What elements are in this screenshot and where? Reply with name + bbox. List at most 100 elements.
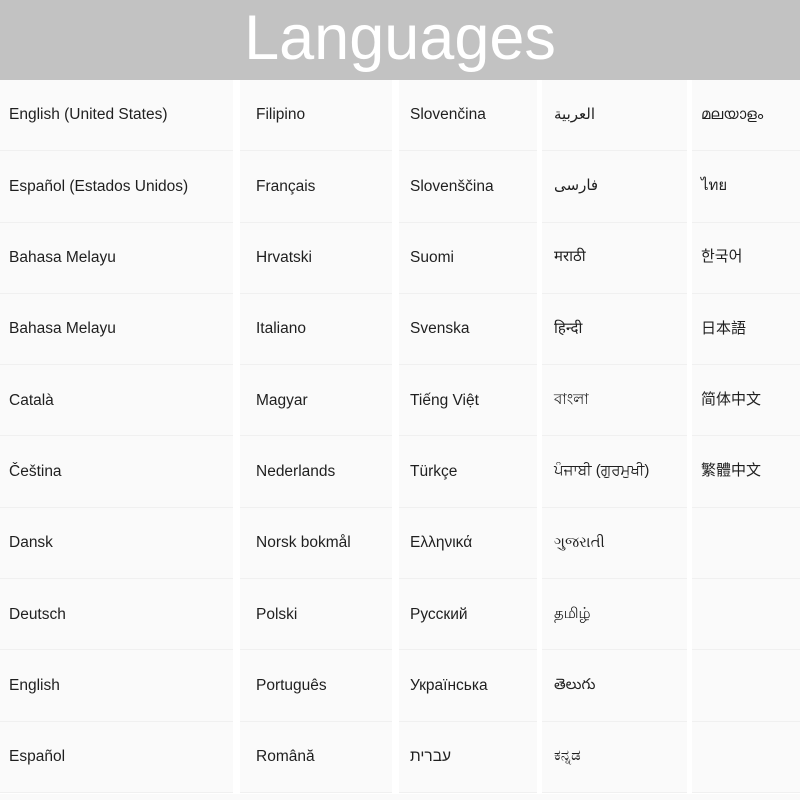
language-label: Norsk bokmål (256, 534, 351, 552)
language-label: 日本語 (701, 319, 747, 337)
language-cell[interactable]: Tiếng Việt (399, 365, 537, 437)
language-cell[interactable]: தமிழ் (542, 579, 687, 651)
language-label: فارسی (554, 177, 599, 195)
language-cell[interactable]: Deutsch (0, 579, 233, 651)
language-cell[interactable]: Ελληνικά (399, 507, 537, 580)
language-label: Hrvatski (256, 249, 312, 267)
language-label: English (9, 676, 60, 694)
language-label: Italiano (256, 320, 306, 338)
language-cell[interactable]: Slovenščina (399, 151, 537, 223)
language-cell[interactable]: Bahasa Melayu (0, 222, 233, 294)
language-cell[interactable]: العربية (542, 80, 687, 152)
column-separator (233, 579, 240, 651)
language-cell[interactable]: Slovenčina (399, 80, 537, 152)
column-separator (233, 151, 240, 223)
language-label: English (United States) (9, 106, 168, 124)
language-label: Nederlands (256, 462, 336, 480)
page-header: Languages (0, 0, 800, 80)
language-label: Slovenščina (410, 177, 494, 195)
language-cell[interactable]: Filipino (240, 80, 392, 152)
language-cell[interactable]: עברית (399, 721, 537, 793)
column-separator (392, 579, 399, 651)
language-label: Français (256, 177, 316, 195)
language-cell[interactable]: 简体中文 (692, 365, 800, 437)
language-cell[interactable]: Türkçe (399, 436, 537, 508)
column-separator (392, 80, 399, 152)
language-label: Türkçe (410, 462, 458, 480)
language-label: Svenska (410, 320, 470, 338)
language-cell[interactable]: Norsk bokmål (240, 507, 392, 580)
language-cell[interactable]: Nederlands (240, 436, 392, 508)
language-cell[interactable]: 日本語 (692, 293, 800, 366)
language-cell[interactable]: বাংলা (542, 365, 687, 437)
language-label: Magyar (256, 391, 308, 409)
language-label: Español (Estados Unidos) (9, 177, 189, 195)
language-cell[interactable]: Polski (240, 579, 392, 651)
column-separator (233, 365, 240, 437)
language-cell[interactable]: English (0, 650, 233, 722)
column-separator (392, 507, 399, 580)
column-separator (233, 507, 240, 580)
language-grid: English (United States) Filipino Slovenčin… (0, 80, 800, 794)
language-cell[interactable]: ไทย (692, 151, 800, 223)
language-label: বাংলা (554, 390, 589, 408)
language-label: മലയാളം (701, 105, 764, 123)
language-label: Čeština (9, 462, 62, 480)
column-separator (233, 293, 240, 366)
language-label: Română (256, 748, 315, 766)
language-cell[interactable]: Русский (399, 579, 537, 651)
language-label: Ελληνικά (410, 534, 473, 552)
language-cell[interactable]: ગુજરાતી (542, 507, 687, 580)
language-label: Deutsch (9, 605, 66, 623)
language-cell[interactable]: Català (0, 365, 233, 437)
languages-page: Languages English (United States) Filipin… (0, 0, 800, 800)
column-separator (392, 436, 399, 508)
language-cell-empty (692, 650, 800, 722)
language-cell[interactable]: English (United States) (0, 80, 233, 152)
language-cell[interactable]: Bahasa Melayu (0, 293, 233, 366)
language-cell[interactable]: తెలుగు (542, 650, 687, 722)
language-cell[interactable]: Hrvatski (240, 222, 392, 294)
language-cell[interactable]: हिन्दी (542, 293, 687, 366)
language-cell[interactable]: 繁體中文 (692, 436, 800, 508)
column-separator (233, 222, 240, 294)
language-label: Suomi (410, 249, 454, 267)
language-cell[interactable]: Magyar (240, 365, 392, 437)
language-cell[interactable]: فارسی (542, 151, 687, 223)
language-label: ગુજરાતી (554, 533, 605, 551)
language-label: Dansk (9, 534, 53, 552)
language-label: ಕನ್ನಡ (554, 747, 581, 765)
language-cell[interactable]: Dansk (0, 507, 233, 580)
language-cell[interactable]: ਪੰਜਾਬੀ (ਗੁਰਮੁਖੀ) (542, 436, 687, 508)
language-cell[interactable]: Español (0, 721, 233, 793)
column-separator (392, 721, 399, 793)
language-label: עברית (410, 748, 451, 766)
language-label: हिन्दी (554, 319, 583, 337)
language-cell[interactable]: ಕನ್ನಡ (542, 721, 687, 793)
language-label: Català (9, 391, 54, 409)
language-label: Polski (256, 605, 298, 623)
language-label: 繁體中文 (701, 462, 762, 480)
language-cell[interactable]: Português (240, 650, 392, 722)
language-cell[interactable]: Español (Estados Unidos) (0, 151, 233, 223)
language-cell[interactable]: Čeština (0, 436, 233, 508)
language-cell[interactable]: Français (240, 151, 392, 223)
language-cell[interactable]: മലയാളം (692, 80, 800, 152)
column-separator (233, 436, 240, 508)
language-label: Español (9, 748, 66, 766)
language-cell[interactable]: Suomi (399, 222, 537, 294)
column-separator (392, 293, 399, 366)
language-cell[interactable]: Italiano (240, 293, 392, 366)
language-cell-empty (692, 507, 800, 580)
language-cell[interactable]: 한국어 (692, 222, 800, 294)
language-cell[interactable]: Svenska (399, 293, 537, 366)
language-label: తెలుగు (554, 676, 596, 694)
language-label: 简体中文 (701, 390, 762, 408)
language-cell[interactable]: Українська (399, 650, 537, 722)
language-cell[interactable]: मराठी (542, 222, 687, 294)
language-label: ਪੰਜਾਬੀ (ਗੁਰਮੁਖੀ) (554, 462, 650, 480)
language-cell-empty (692, 721, 800, 793)
language-label: 한국어 (701, 248, 743, 266)
language-label: Português (256, 676, 327, 694)
language-cell[interactable]: Română (240, 721, 392, 793)
